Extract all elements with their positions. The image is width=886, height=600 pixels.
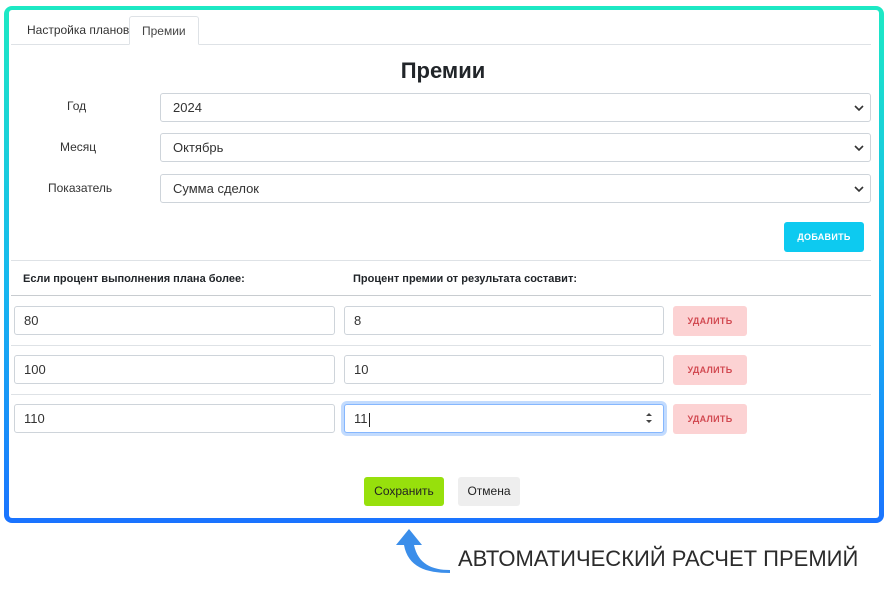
add-button[interactable]: ДОБАВИТЬ: [784, 222, 864, 252]
promo-caption: АВТОМАТИЧЕСКИЙ РАСЧЕТ ПРЕМИЙ: [458, 546, 859, 571]
divider: [11, 394, 871, 395]
threshold-input[interactable]: 110: [14, 404, 335, 433]
metric-label: Показатель: [48, 181, 113, 195]
delete-button[interactable]: УДАЛИТЬ: [673, 355, 747, 385]
threshold-input[interactable]: 80: [14, 306, 335, 335]
tab-bar: Настройка планов Премии: [11, 16, 871, 45]
metric-select-value: Сумма сделок: [173, 181, 259, 196]
tab-plan-settings[interactable]: Настройка планов: [15, 16, 141, 44]
delete-button[interactable]: УДАЛИТЬ: [673, 404, 747, 434]
threshold-input[interactable]: 100: [14, 355, 335, 384]
bonus-input[interactable]: 10: [344, 355, 664, 384]
divider: [11, 295, 871, 296]
page-title: Премии: [400, 58, 486, 83]
save-button[interactable]: Сохранить: [364, 477, 444, 506]
divider: [11, 345, 871, 346]
year-label: Год: [67, 99, 87, 113]
metric-select[interactable]: Сумма сделок: [160, 174, 871, 203]
content-panel: [9, 10, 879, 518]
delete-button[interactable]: УДАЛИТЬ: [673, 306, 747, 336]
year-select-value: 2024: [173, 100, 202, 115]
month-select[interactable]: Октябрь: [160, 133, 871, 162]
curved-arrow-up-icon: [396, 529, 450, 573]
chevron-down-icon: [854, 186, 864, 193]
bonus-input-focused[interactable]: 11: [344, 404, 664, 433]
text-caret: [368, 412, 370, 427]
month-select-value: Октябрь: [173, 140, 224, 155]
divider: [11, 260, 871, 261]
cancel-button[interactable]: Отмена: [458, 477, 520, 506]
month-label: Месяц: [60, 140, 97, 154]
bonus-input[interactable]: 8: [344, 306, 664, 335]
chevron-down-icon: [854, 105, 864, 112]
year-select[interactable]: 2024: [160, 93, 871, 122]
bonus-input-value: 11: [354, 411, 368, 426]
chevron-down-icon: [854, 145, 864, 152]
tab-bonuses[interactable]: Премии: [129, 16, 199, 45]
column-header-bonus: Процент премии от результата составит:: [353, 273, 577, 285]
number-spinner-icon[interactable]: [645, 411, 653, 425]
column-header-threshold: Если процент выполнения плана более:: [23, 273, 245, 285]
